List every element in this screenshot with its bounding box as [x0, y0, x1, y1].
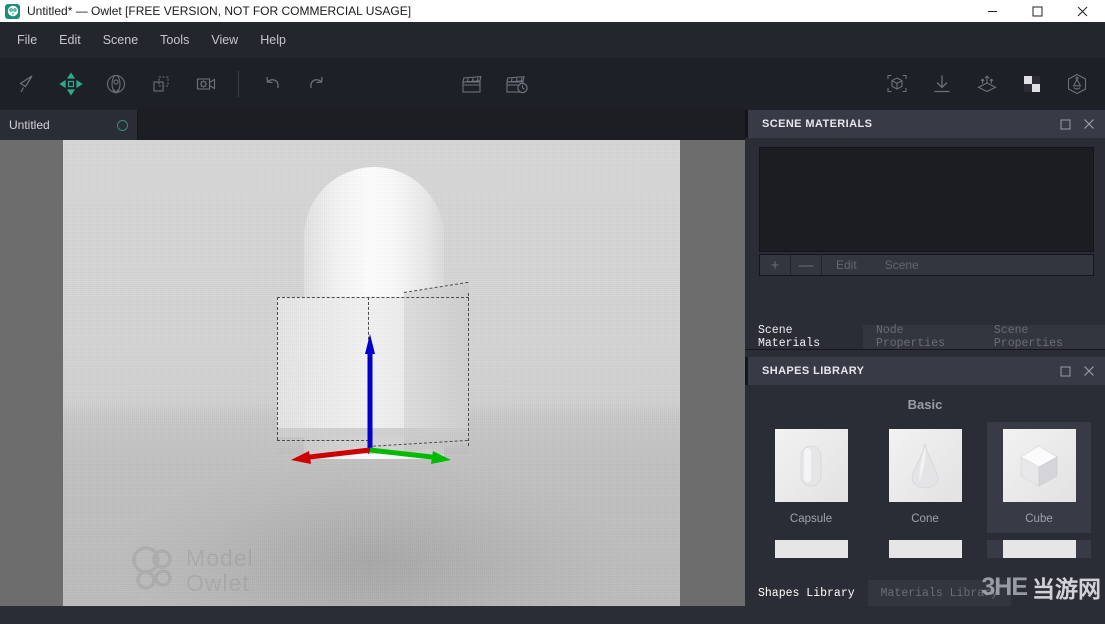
selection-outline-right [468, 293, 469, 446]
scale-box-icon[interactable] [138, 62, 183, 106]
shapes-library-body: Basic Capsule Cone Cube [745, 385, 1105, 558]
shape-item-cone[interactable]: Cone [873, 422, 977, 533]
shapes-library-tabs: Shapes Library Materials Library [745, 578, 1105, 606]
hex-environment-icon[interactable] [1054, 62, 1099, 106]
edit-material-button[interactable]: Edit [822, 255, 871, 275]
shape-item-row2-3[interactable] [987, 540, 1091, 558]
shapes-grid: Capsule Cone Cube [745, 422, 1105, 533]
document-tab-untitled[interactable]: Untitled [0, 110, 138, 140]
menu-file[interactable]: File [6, 29, 48, 51]
scene-materials-body: + — Edit Scene [745, 138, 1105, 276]
viewport-3d[interactable]: ModelOwlet [0, 140, 745, 606]
selection-outline-mid [368, 297, 369, 454]
camera-gear-icon[interactable] [183, 62, 228, 106]
shape-thumb-partial-3 [1002, 540, 1076, 558]
shape-label-cube: Cube [1025, 513, 1053, 525]
menu-view[interactable]: View [200, 29, 249, 51]
menu-tools[interactable]: Tools [149, 29, 200, 51]
owlet-application-window: Untitled* — Owlet [FREE VERSION, NOT FOR… [0, 0, 1105, 624]
shape-item-row2-1[interactable] [759, 540, 863, 558]
tab-node-properties[interactable]: Node Properties [862, 324, 981, 350]
shape-item-capsule[interactable]: Capsule [759, 422, 863, 533]
shapes-library-maximize-icon[interactable] [1055, 361, 1075, 381]
shapes-grid-row2 [745, 540, 1105, 558]
undo-arrow-icon[interactable] [249, 62, 294, 106]
window-controls [970, 0, 1105, 22]
right-dock: SCENE MATERIALS + — Edit Scene Scene Mat… [745, 110, 1105, 624]
scatter-plane-icon[interactable] [964, 62, 1009, 106]
menu-edit[interactable]: Edit [48, 29, 92, 51]
focus-cube-icon[interactable] [874, 62, 919, 106]
scene-materials-title: SCENE MATERIALS [762, 118, 873, 130]
main-toolbar [0, 58, 1105, 110]
checker-square-icon[interactable] [1009, 62, 1054, 106]
cube-thumb-icon [1002, 429, 1076, 502]
tab-materials-library[interactable]: Materials Library [867, 580, 1011, 606]
shapes-library-title: SHAPES LIBRARY [762, 365, 865, 377]
scene-materials-list-toolbar: + — Edit Scene [759, 254, 1094, 276]
scene-materials-tabs: Scene Materials Node Properties Scene Pr… [745, 322, 1105, 350]
redo-arrow-icon[interactable] [294, 62, 339, 106]
render-area[interactable]: ModelOwlet [63, 140, 680, 606]
shapes-library-header: SHAPES LIBRARY [745, 357, 1105, 385]
scene-materials-header: SCENE MATERIALS [745, 110, 1105, 138]
capsule-thumb-icon [774, 429, 848, 502]
shapes-library-close-icon[interactable] [1079, 361, 1099, 381]
tab-shapes-library[interactable]: Shapes Library [745, 580, 868, 606]
status-bar [0, 606, 745, 624]
menu-help[interactable]: Help [249, 29, 297, 51]
tab-scene-properties[interactable]: Scene Properties [980, 324, 1105, 350]
remove-material-button[interactable]: — [791, 255, 822, 275]
menu-bar: File Edit Scene Tools View Help [0, 22, 1105, 58]
selection-outline-bottom [277, 440, 369, 441]
selection-outline-left [277, 297, 278, 440]
tab-scene-materials[interactable]: Scene Materials [745, 324, 863, 350]
unsaved-dot-icon [117, 119, 128, 131]
shapes-section-title: Basic [907, 397, 943, 412]
close-icon[interactable] [1060, 0, 1105, 22]
owl-app-icon [5, 3, 20, 19]
add-material-button[interactable]: + [760, 255, 791, 275]
toolbar-divider [238, 71, 239, 97]
document-tab-bar: Untitled [0, 110, 745, 140]
scene-materials-maximize-icon[interactable] [1055, 114, 1075, 134]
scene-materials-list[interactable] [759, 147, 1094, 252]
minimize-icon[interactable] [970, 0, 1015, 22]
cursor-arrow-icon[interactable] [3, 62, 48, 106]
shape-thumb-partial-2 [888, 540, 962, 558]
selection-outline-top [277, 297, 469, 298]
shape-item-cube[interactable]: Cube [987, 422, 1091, 533]
clapperboard-clock-icon[interactable] [494, 62, 539, 106]
scene-material-button[interactable]: Scene [871, 255, 933, 275]
shape-item-row2-2[interactable] [873, 540, 977, 558]
document-tab-label: Untitled [9, 118, 50, 132]
title-bar: Untitled* — Owlet [FREE VERSION, NOT FOR… [0, 0, 1105, 22]
maximize-icon[interactable] [1015, 0, 1060, 22]
shape-label-capsule: Capsule [789, 513, 833, 525]
menu-scene[interactable]: Scene [92, 29, 149, 51]
scene-materials-close-icon[interactable] [1079, 114, 1099, 134]
move-arrows-icon[interactable] [48, 62, 93, 106]
rotate-orbit-icon[interactable] [93, 62, 138, 106]
shape-thumb-partial-1 [774, 540, 848, 558]
right-dock-footer [745, 606, 1105, 624]
clapperboard-icon[interactable] [449, 62, 494, 106]
arrow-down-to-line-icon[interactable] [919, 62, 964, 106]
window-title: Untitled* — Owlet [FREE VERSION, NOT FOR… [27, 4, 412, 18]
cone-thumb-icon [888, 429, 962, 502]
shape-label-cone: Cone [911, 513, 939, 525]
